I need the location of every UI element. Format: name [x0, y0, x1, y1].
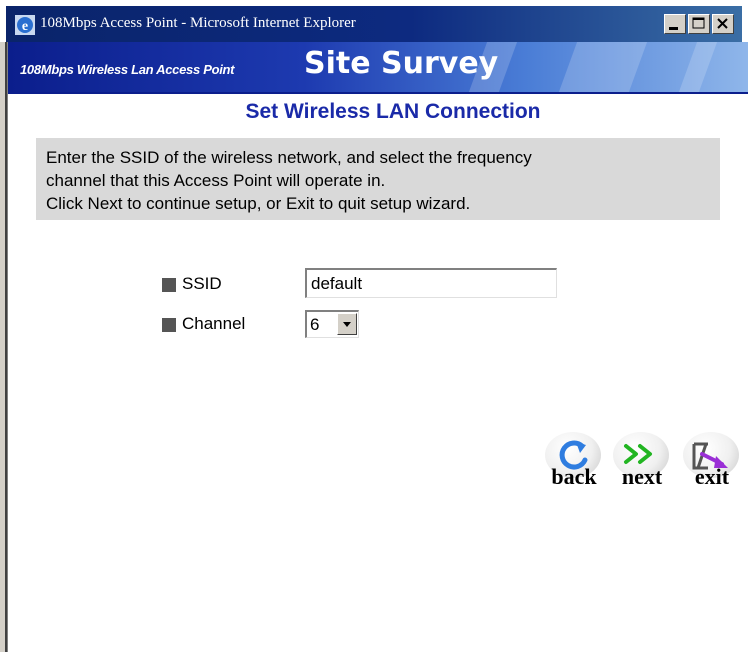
instructions-box: Enter the SSID of the wireless network, … [36, 138, 720, 220]
ssid-bullet-icon [162, 278, 176, 292]
banner-divider [8, 92, 748, 94]
ssid-label: SSID [182, 274, 222, 293]
exit-button[interactable]: exit [680, 432, 744, 492]
channel-bullet-icon [162, 318, 176, 332]
back-button[interactable]: back [542, 432, 606, 492]
dropdown-arrow-button[interactable] [337, 313, 357, 335]
channel-selected-value: 6 [310, 315, 320, 334]
instruction-line: channel that this Access Point will oper… [46, 171, 386, 190]
instruction-line: Enter the SSID of the wireless network, … [46, 148, 532, 167]
maximize-button[interactable] [688, 14, 710, 34]
browser-window: e 108Mbps Access Point - Microsoft Inter… [0, 0, 748, 652]
close-icon [717, 18, 728, 29]
ssid-input[interactable] [305, 268, 557, 298]
page-heading: Set Wireless LAN Connection [245, 100, 541, 123]
next-button[interactable]: next [610, 432, 674, 492]
header-banner: 108Mbps Wireless Lan Access Point Site S… [8, 42, 748, 92]
product-tagline: 108Mbps Wireless Lan Access Point [20, 62, 235, 77]
window-title: 108Mbps Access Point - Microsoft Interne… [40, 15, 356, 31]
back-label: back [551, 464, 597, 489]
instruction-line: Click Next to continue setup, or Exit to… [46, 194, 471, 213]
exit-label: exit [694, 464, 730, 489]
channel-label: Channel [182, 314, 246, 333]
internet-explorer-icon: e [15, 15, 35, 35]
next-label: next [621, 464, 663, 489]
minimize-icon [669, 27, 678, 30]
window-left-frame [0, 42, 8, 652]
minimize-button[interactable] [664, 14, 686, 34]
maximize-icon [692, 17, 705, 29]
title-bar: e 108Mbps Access Point - Microsoft Inter… [0, 0, 748, 42]
svg-text:e: e [22, 19, 28, 34]
title-bar-fill: e 108Mbps Access Point - Microsoft Inter… [6, 6, 742, 42]
section-title: Site Survey [304, 46, 499, 81]
channel-select[interactable]: 6 [305, 310, 359, 338]
close-button[interactable] [712, 14, 734, 34]
chevron-down-icon [343, 322, 351, 327]
